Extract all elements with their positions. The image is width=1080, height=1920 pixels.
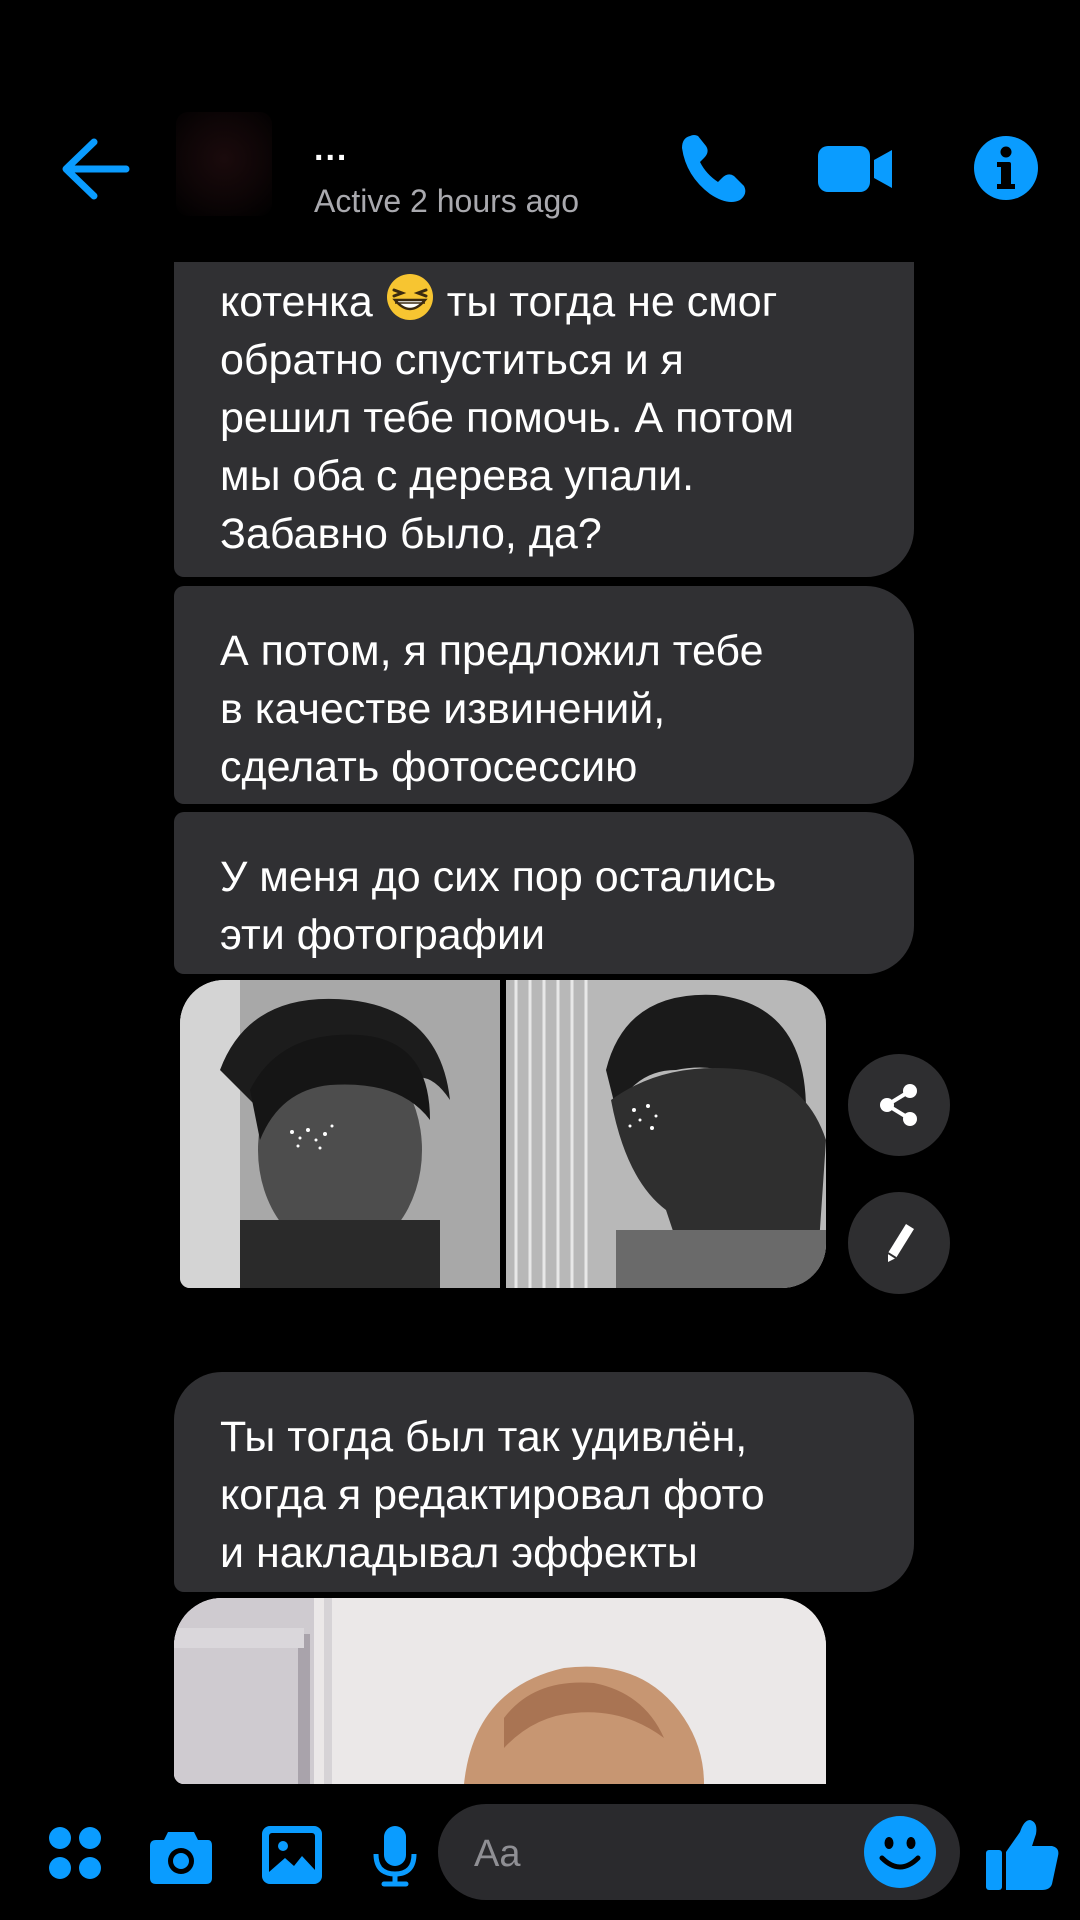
message-line: А потом, я предложил тебе — [220, 627, 764, 675]
info-icon — [974, 136, 1038, 200]
photo-attachment[interactable] — [174, 1598, 826, 1784]
message-line: Ты тогда был так удивлён, — [220, 1413, 748, 1461]
pencil-icon — [887, 1224, 914, 1262]
message-bubble[interactable]: котенка ты тогда не смог обратно спустит… — [174, 260, 914, 577]
grinning-squint-emoji-icon — [386, 274, 433, 320]
image-icon — [262, 1826, 322, 1884]
portrait-photo-image — [180, 980, 500, 1288]
back-button[interactable] — [58, 132, 132, 206]
message-line: У меня до сих пор остались — [220, 853, 777, 901]
apps-grid-icon — [49, 1827, 101, 1879]
message-line: решил тебе помочь. А потом — [220, 394, 795, 442]
photo-attachment[interactable] — [180, 980, 500, 1288]
message-line: эти фотографии — [220, 911, 546, 959]
chat-header: ... Active 2 hours ago — [0, 0, 1080, 262]
info-button[interactable] — [966, 128, 1046, 208]
portrait-photo-image — [174, 1598, 826, 1784]
message-input[interactable] — [472, 1826, 856, 1882]
gallery-button[interactable] — [258, 1820, 328, 1890]
message-bubble[interactable]: Ты тогда был так удивлён, когда я редакт… — [174, 1372, 914, 1592]
message-line: и накладывал эффекты — [220, 1529, 698, 1577]
camera-button[interactable] — [146, 1820, 216, 1890]
message-line: в качестве извинений, — [220, 685, 666, 733]
message-line: обратно спуститься и я — [220, 336, 684, 384]
emoji-button[interactable] — [862, 1814, 938, 1890]
composer-bar — [0, 1784, 1080, 1920]
arrow-left-icon — [62, 138, 130, 200]
microphone-button[interactable] — [360, 1820, 430, 1890]
camera-icon — [150, 1832, 212, 1884]
message-line: мы оба с дерева упали. — [220, 452, 695, 500]
share-icon — [880, 1084, 917, 1126]
contact-avatar[interactable] — [176, 112, 272, 216]
share-button[interactable] — [848, 1054, 950, 1156]
message-line: котенка ты тогда не смог — [220, 272, 874, 331]
like-button[interactable] — [982, 1814, 1062, 1894]
video-call-button[interactable] — [816, 128, 896, 208]
photo-attachment[interactable] — [506, 980, 826, 1288]
message-bubble[interactable]: А потом, я предложил тебе в качестве изв… — [174, 586, 914, 804]
message-composer[interactable] — [438, 1804, 960, 1900]
active-status: Active 2 hours ago — [314, 183, 580, 219]
message-line: Забавно было, да? — [220, 510, 602, 558]
smiley-icon — [864, 1816, 936, 1888]
photo-attachment-group[interactable] — [180, 980, 826, 1288]
message-line: сделать фотосессию — [220, 743, 638, 791]
video-camera-icon — [818, 146, 892, 192]
message-bubble[interactable]: У меня до сих пор остались эти фотографи… — [174, 812, 914, 974]
call-button[interactable] — [676, 128, 756, 208]
microphone-icon — [373, 1826, 417, 1887]
apps-button[interactable] — [42, 1820, 112, 1890]
edit-button[interactable] — [848, 1192, 950, 1294]
messenger-chat-screen: котенка ты тогда не смог обратно спустит… — [0, 0, 1080, 1920]
contact-name[interactable]: ... — [314, 132, 348, 166]
message-line: когда я редактировал фото — [220, 1471, 765, 1519]
phone-icon — [682, 135, 746, 202]
profile-photo-image — [506, 980, 826, 1288]
thumbs-up-icon — [986, 1820, 1059, 1890]
